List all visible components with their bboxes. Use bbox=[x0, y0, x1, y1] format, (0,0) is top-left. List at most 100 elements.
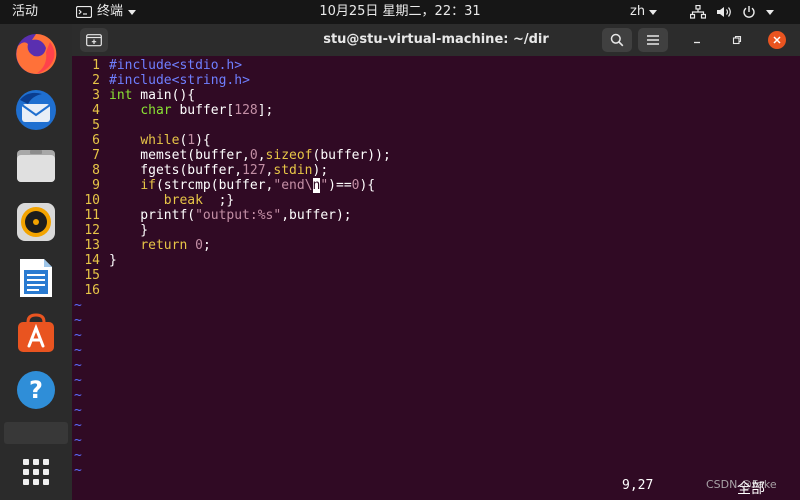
scroll-position-label: 全部 bbox=[737, 481, 765, 497]
rhythmbox-icon[interactable] bbox=[12, 198, 60, 246]
input-method-button[interactable]: zh bbox=[630, 0, 658, 24]
svg-text:?: ? bbox=[29, 376, 43, 404]
line-number: 10 bbox=[84, 193, 100, 208]
tilde-marker: ~ bbox=[74, 463, 82, 478]
code-text: fgets(buffer,127,stdin); bbox=[109, 163, 328, 178]
code-token: "output:%s" bbox=[195, 208, 282, 223]
tilde-marker: ~ bbox=[74, 328, 82, 343]
search-icon bbox=[610, 33, 624, 47]
firefox-icon[interactable] bbox=[12, 30, 60, 78]
code-token: ){ bbox=[195, 133, 211, 148]
code-token: } bbox=[109, 253, 117, 268]
maximize-button[interactable] bbox=[728, 31, 746, 49]
code-text: while(1){ bbox=[109, 133, 211, 148]
system-tray[interactable] bbox=[690, 0, 774, 24]
code-text: printf("output:%s",buffer); bbox=[109, 208, 352, 223]
menu-button[interactable] bbox=[638, 28, 668, 52]
code-token: fgets(buffer, bbox=[109, 163, 243, 178]
chevron-down-icon bbox=[128, 9, 137, 15]
code-token: sizeof bbox=[265, 148, 313, 163]
code-token: buffer[ bbox=[171, 103, 235, 118]
code-token: ); bbox=[312, 163, 329, 178]
line-number: 9 bbox=[92, 178, 100, 193]
close-button[interactable] bbox=[768, 31, 786, 49]
activities-button[interactable]: 活动 bbox=[12, 0, 38, 24]
code-token: <string.h> bbox=[171, 73, 250, 88]
code-text: } bbox=[109, 253, 117, 268]
tilde-marker: ~ bbox=[74, 298, 82, 313]
tilde-marker: ~ bbox=[74, 433, 82, 448]
code-token: 127 bbox=[242, 163, 266, 178]
help-icon[interactable]: ? bbox=[12, 366, 60, 414]
terminal-app-icon bbox=[76, 6, 92, 18]
software-center-icon[interactable] bbox=[12, 310, 60, 358]
app-menu-label: 终端 bbox=[97, 4, 124, 19]
chevron-down-icon bbox=[649, 9, 658, 15]
tilde-marker: ~ bbox=[74, 448, 82, 463]
code-token: memset(buffer, bbox=[109, 148, 250, 163]
code-token: #include bbox=[109, 58, 172, 73]
code-text: char buffer[128]; bbox=[109, 103, 273, 118]
code-token: #include bbox=[109, 73, 172, 88]
tilde-marker: ~ bbox=[74, 388, 82, 403]
files-icon[interactable] bbox=[12, 142, 60, 190]
line-number: 14 bbox=[84, 253, 100, 268]
close-icon bbox=[773, 36, 781, 44]
line-number: 13 bbox=[84, 238, 100, 253]
code-text: #include<stdio.h> bbox=[109, 58, 242, 73]
line-number: 4 bbox=[92, 103, 100, 118]
code-token: , bbox=[257, 148, 266, 163]
code-token: int bbox=[109, 88, 133, 103]
code-token: (buffer)); bbox=[312, 148, 391, 163]
code-token: break bbox=[163, 193, 203, 208]
code-token: while bbox=[140, 133, 180, 148]
code-text: break ;} bbox=[109, 193, 234, 208]
code-token: ,buffer); bbox=[281, 208, 352, 223]
code-token: ;} bbox=[202, 193, 235, 208]
tilde-marker: ~ bbox=[74, 343, 82, 358]
new-tab-button[interactable] bbox=[80, 28, 108, 52]
new-tab-icon bbox=[86, 34, 102, 47]
line-number: 8 bbox=[92, 163, 100, 178]
code-text: int main(){ bbox=[109, 88, 195, 103]
volume-icon bbox=[717, 7, 731, 17]
top-panel: 活动 终端 10月25日 星期二，22：31 zh bbox=[0, 0, 800, 24]
code-token: ){ bbox=[359, 178, 376, 193]
code-token: char bbox=[140, 103, 172, 118]
line-number: 16 bbox=[84, 283, 100, 298]
code-token: if bbox=[140, 178, 156, 193]
clock[interactable]: 10月25日 星期二，22：31 bbox=[319, 4, 480, 19]
line-number: 3 bbox=[92, 88, 100, 103]
code-token: "end\ bbox=[273, 178, 313, 193]
libreoffice-writer-icon[interactable] bbox=[12, 254, 60, 302]
line-number: 1 bbox=[92, 58, 100, 73]
dock: ? bbox=[0, 24, 72, 500]
minimize-button[interactable] bbox=[688, 31, 706, 49]
tilde-marker: ~ bbox=[74, 418, 82, 433]
line-number: 7 bbox=[92, 148, 100, 163]
code-token: main(){ bbox=[132, 88, 196, 103]
search-button[interactable] bbox=[602, 28, 632, 52]
vim-editor[interactable]: 1 #include<stdio.h> 2 #include<string.h> 3 in… bbox=[72, 58, 800, 478]
tilde-marker: ~ bbox=[74, 358, 82, 373]
line-number: 11 bbox=[84, 208, 100, 223]
app-menu-button[interactable]: 终端 bbox=[76, 0, 137, 24]
tilde-marker: ~ bbox=[74, 313, 82, 328]
code-token: stdin bbox=[273, 163, 313, 178]
terminal-window: stu@stu-virtual-machine: ~/dir 1 #includ… bbox=[72, 24, 800, 500]
title-bar[interactable]: stu@stu-virtual-machine: ~/dir bbox=[72, 24, 800, 56]
maximize-icon bbox=[732, 35, 742, 45]
show-apps-icon[interactable] bbox=[12, 448, 60, 496]
code-text: } bbox=[109, 223, 148, 238]
code-token: return bbox=[140, 238, 188, 253]
code-token: 0 bbox=[249, 148, 258, 163]
thunderbird-icon[interactable] bbox=[12, 86, 60, 134]
tilde-marker: ~ bbox=[74, 373, 82, 388]
code-text: memset(buffer,0,sizeof(buffer)); bbox=[109, 148, 391, 163]
code-token: 128 bbox=[234, 103, 258, 118]
tilde-marker: ~ bbox=[74, 403, 82, 418]
